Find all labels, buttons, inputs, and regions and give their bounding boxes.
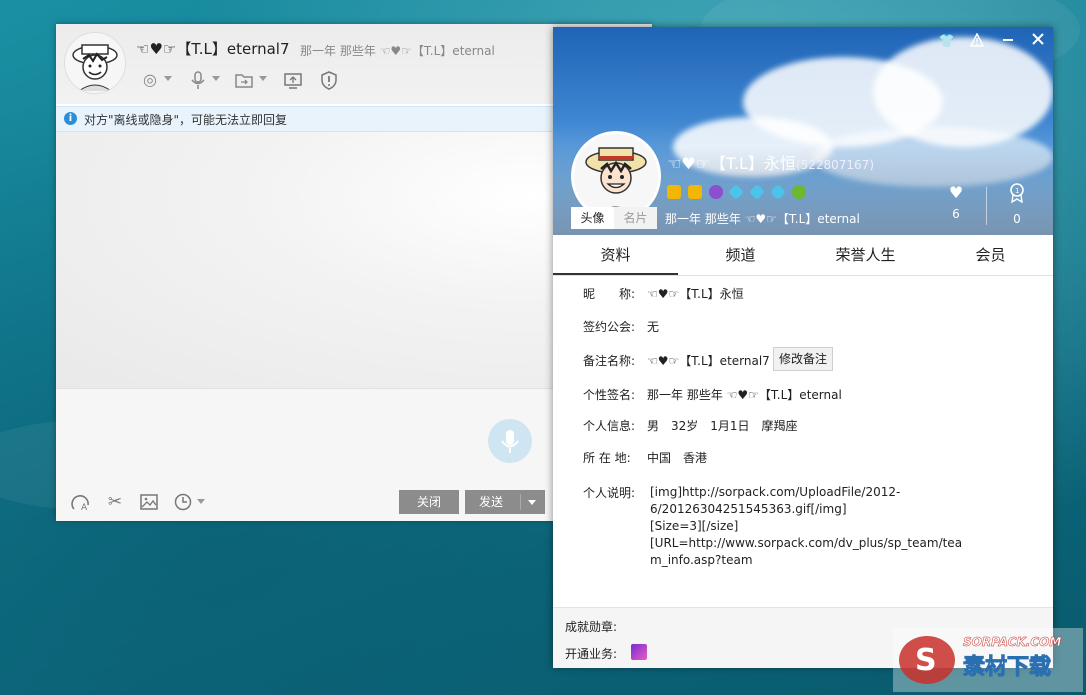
watermark-top-text: SORPACK.COM (963, 635, 1061, 649)
rank-stat[interactable]: 1 0 (1002, 183, 1032, 226)
send-label: 发送 (479, 495, 504, 509)
about-line: [Size=3][/size] (650, 519, 739, 533)
svg-text:A: A (81, 503, 88, 513)
watermark-bottom-text: 素材下载 (963, 654, 1051, 680)
report-icon[interactable] (968, 32, 986, 51)
medal-icon: 1 (1002, 183, 1032, 208)
field-label: 个人说明: (583, 486, 636, 500)
field-label: 备注名称: (583, 354, 636, 368)
signature-value: 那一年 那些年 ☜♥☞【T.L】eternal (647, 388, 842, 402)
stat-divider (986, 187, 987, 225)
scissors-icon[interactable]: ✂ (104, 491, 126, 513)
remark-value: ☜♥☞【T.L】eternal7 (647, 354, 770, 368)
about-line: [URL=http://www.sorpack.com/dv_plus/sp_t… (650, 536, 963, 550)
diamond-badge-icon[interactable] (728, 184, 745, 200)
skin-icon[interactable]: 👕 (938, 33, 956, 51)
close-icon[interactable] (1029, 33, 1047, 51)
level-badges (667, 184, 809, 201)
profile-name: ☜♥☞【T.L】永恒(522807167) (667, 150, 874, 174)
avatar-tabs: 头像 名片 (571, 207, 657, 229)
field-label: 昵 称: (583, 287, 636, 301)
chevron-down-icon[interactable] (197, 499, 205, 504)
profile-banner: 👕 ☜♥☞【T.L】永恒(522807167) 那一年 那些年 ☜♥☞【T.L】… (553, 27, 1053, 235)
tab-member[interactable]: 会员 (928, 235, 1053, 275)
history-icon[interactable] (172, 491, 194, 513)
chevron-down-icon[interactable] (259, 76, 267, 81)
tab-info[interactable]: 资料 (553, 235, 678, 275)
contact-name[interactable]: ☜♥☞【T.L】eternal7 (136, 38, 290, 59)
tab-avatar[interactable]: 头像 (571, 207, 614, 229)
tab-channel[interactable]: 频道 (678, 235, 803, 275)
profile-window: 👕 ☜♥☞【T.L】永恒(522807167) 那一年 那些年 ☜♥☞【T.L】… (553, 27, 1053, 668)
profile-signature: 那一年 那些年 ☜♥☞【T.L】eternal (665, 212, 860, 226)
watermark-logo: S SORPACK.COM 素材下载 (893, 628, 1083, 692)
svg-text:S: S (915, 643, 937, 678)
crown-badge-icon[interactable] (667, 185, 681, 199)
svg-text:1: 1 (1015, 187, 1019, 195)
leaf-badge-icon[interactable] (791, 185, 806, 199)
contact-avatar[interactable] (64, 32, 126, 94)
mic-icon[interactable] (188, 70, 208, 90)
profile-qq-number: (522807167) (795, 158, 874, 172)
profile-tabs: 资料 频道 荣誉人生 会员 (553, 235, 1053, 276)
active-tab-indicator (553, 273, 678, 275)
info-icon: i (64, 112, 77, 125)
about-text: [img]http://sorpack.com/UploadFile/2012-… (650, 484, 962, 569)
vip-service-icon[interactable] (631, 644, 647, 660)
rank-count: 0 (1013, 212, 1021, 226)
chevron-down-icon[interactable] (212, 76, 220, 81)
location-value: 中国 香港 (647, 451, 708, 465)
font-icon[interactable]: A (70, 491, 92, 513)
personal-info-value: 男 32岁 1月1日 摩羯座 (647, 419, 798, 433)
guild-value: 无 (647, 320, 660, 334)
crown-badge-icon[interactable] (687, 185, 702, 199)
send-divider (520, 494, 521, 510)
profile-name-text: ☜♥☞【T.L】永恒 (667, 154, 796, 173)
field-label: 签约公会: (583, 320, 636, 334)
about-line: [img]http://sorpack.com/UploadFile/2012- (650, 485, 901, 499)
mic-icon (501, 430, 519, 453)
close-button[interactable]: 关闭 (399, 490, 459, 514)
achievement-label: 成就勋章: (565, 620, 618, 634)
edit-remark-button[interactable]: 修改备注 (773, 347, 833, 371)
field-label: 个性签名: (583, 388, 636, 402)
security-icon[interactable] (319, 70, 339, 90)
services-label: 开通业务: (565, 647, 618, 661)
chevron-down-icon[interactable] (164, 76, 172, 81)
field-label: 所 在 地: (583, 451, 631, 465)
video-icon[interactable]: ◎ (140, 70, 160, 90)
tab-honor[interactable]: 荣誉人生 (803, 235, 928, 275)
diamond-badge-icon[interactable] (749, 184, 766, 200)
field-label: 个人信息: (583, 419, 636, 433)
image-icon[interactable] (138, 491, 160, 513)
like-count: 6 (952, 207, 960, 221)
minimize-icon[interactable] (999, 33, 1017, 51)
file-icon[interactable] (234, 70, 254, 90)
remote-icon[interactable] (283, 70, 303, 90)
diamond-badge-icon[interactable] (770, 184, 787, 200)
about-line: m_info.asp?team (650, 553, 753, 567)
nickname-value: ☜♥☞【T.L】永恒 (647, 287, 744, 301)
about-line: 6/20126304251545363.gif[/img] (650, 502, 847, 516)
like-stat[interactable]: ♥ 6 (941, 183, 971, 221)
contact-signature: 那一年 那些年 ☜♥☞【T.L】eternal (300, 44, 495, 58)
notice-text: 对方"离线或隐身"，可能无法立即回复 (84, 113, 288, 127)
heart-icon: ♥ (948, 183, 964, 202)
tab-card[interactable]: 名片 (614, 207, 657, 229)
voice-message-button[interactable] (488, 419, 532, 463)
moon-badge-icon[interactable] (708, 185, 723, 199)
send-options-icon[interactable] (528, 500, 536, 505)
send-button[interactable]: 发送 (465, 490, 545, 514)
